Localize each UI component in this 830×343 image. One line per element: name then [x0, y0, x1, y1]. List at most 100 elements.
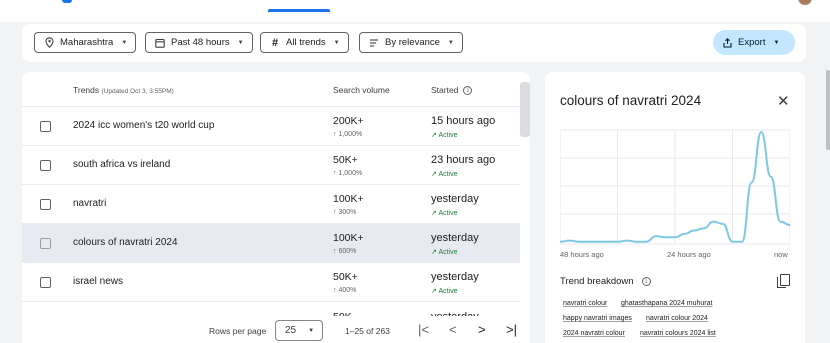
status-badge: ↗ Active — [431, 248, 458, 256]
data-point — [703, 227, 705, 229]
breakdown-keyword[interactable]: ghatasthapana 2024 muhurat — [621, 300, 712, 307]
trends-column-header: Trends (Updated Oct 3, 3:55PM) — [73, 85, 174, 95]
trend-title[interactable]: navratri — [73, 198, 106, 209]
breakdown-keyword[interactable]: navratri colour — [563, 300, 607, 307]
calendar-icon — [154, 37, 166, 49]
data-point — [760, 131, 762, 133]
first-page-icon[interactable]: |< — [418, 322, 429, 337]
started-time: yesterday — [431, 271, 479, 283]
time-filter-label: Past 48 hours — [171, 37, 230, 48]
started-time: 23 hours ago — [431, 154, 496, 166]
chevron-down-icon: ▼ — [447, 39, 454, 46]
data-point — [751, 181, 753, 183]
table-row-selected[interactable]: colours of navratri 2024 100K+ ↑ 600% ye… — [22, 224, 520, 263]
trend-chart — [560, 129, 790, 245]
started-column-header[interactable]: Started i — [431, 85, 473, 95]
info-icon[interactable]: i — [641, 277, 651, 286]
status-label: Active — [438, 249, 458, 256]
sort-filter[interactable]: By relevance ▼ — [359, 32, 463, 53]
updated-timestamp: (Updated Oct 3, 3:55PM) — [101, 88, 174, 95]
volume-column-header[interactable]: Search volume — [333, 85, 390, 95]
data-point — [607, 241, 609, 243]
export-button[interactable]: Export ▼ — [713, 30, 795, 55]
location-filter-label: Maharashtra — [60, 37, 114, 48]
status-label: Active — [438, 210, 458, 217]
row-checkbox[interactable] — [40, 277, 51, 288]
status-label: Active — [438, 171, 458, 178]
row-checkbox[interactable] — [40, 121, 51, 132]
trend-breakdown-heading: Trend breakdown i — [560, 276, 651, 287]
page-range: 1–25 of 263 — [345, 326, 390, 336]
data-point — [645, 241, 647, 243]
table-row[interactable]: south africa vs ireland 50K+ ↑ 1,000% 23… — [22, 146, 520, 185]
data-point — [626, 240, 628, 242]
breakdown-keyword[interactable]: navratri colour 2024 — [646, 315, 708, 322]
export-label: Export — [738, 37, 766, 48]
table-row[interactable]: israel news 50K+ ↑ 400% yesterday ↗ Acti… — [22, 263, 520, 302]
trend-title[interactable]: 2024 icc women's t20 world cup — [73, 120, 214, 131]
table-row[interactable]: navratri 100K+ ↑ 300% yesterday ↗ Active — [22, 185, 520, 224]
next-page-icon[interactable]: > — [478, 322, 486, 337]
status-badge: ↗ Active — [431, 287, 458, 295]
volume-change: ↑ 400% — [333, 287, 357, 294]
chevron-down-icon: ▼ — [773, 39, 780, 46]
breakdown-keyword[interactable]: happy navratri images — [563, 315, 632, 322]
data-point — [588, 241, 590, 243]
avatar[interactable] — [798, 0, 812, 5]
category-filter[interactable]: # All trends ▼ — [260, 32, 349, 53]
last-page-icon[interactable]: >| — [506, 322, 517, 337]
page-scrollbar[interactable] — [826, 70, 830, 150]
started-time: yesterday — [431, 193, 479, 205]
table-header: Trends (Updated Oct 3, 3:55PM) Search vo… — [22, 72, 520, 107]
table-scrollbar[interactable] — [520, 82, 530, 137]
sort-icon — [368, 37, 380, 49]
sort-filter-label: By relevance — [385, 37, 440, 48]
x-label: now — [774, 250, 788, 259]
nav-indicator — [62, 0, 72, 3]
table-row[interactable]: 2024 icc women's t20 world cup 200K+ ↑ 1… — [22, 107, 520, 146]
prev-page-icon[interactable]: < — [449, 322, 457, 337]
data-point — [636, 241, 638, 243]
close-icon[interactable]: ✕ — [777, 92, 790, 110]
data-point — [779, 221, 782, 223]
chevron-down-icon: ▼ — [333, 39, 340, 46]
location-filter[interactable]: Maharashtra ▼ — [34, 32, 137, 53]
search-volume: 200K+ — [333, 115, 364, 127]
category-filter-label: All trends — [286, 37, 326, 48]
data-point — [655, 235, 657, 237]
row-checkbox[interactable] — [40, 199, 51, 210]
row-checkbox[interactable] — [40, 238, 51, 249]
volume-change: ↑ 600% — [333, 248, 357, 255]
panel-title: colours of navratri 2024 — [560, 93, 702, 108]
status-label: Active — [438, 132, 458, 139]
trends-table: Trends (Updated Oct 3, 3:55PM) Search vo… — [22, 72, 530, 343]
time-filter[interactable]: Past 48 hours ▼ — [145, 32, 253, 53]
filter-bar: Maharashtra ▼ Past 48 hours ▼ # All tren… — [22, 24, 806, 62]
pagination: Rows per page 25 ▼ 1–25 of 263 |< < > >| — [22, 316, 530, 343]
hash-icon: # — [271, 36, 279, 49]
info-icon[interactable]: i — [463, 85, 473, 95]
trend-breakdown-label: Trend breakdown — [560, 276, 634, 287]
started-time: yesterday — [431, 232, 479, 244]
location-pin-icon — [43, 37, 55, 49]
search-volume: 50K+ — [333, 271, 358, 283]
chevron-down-icon: ▼ — [121, 39, 128, 46]
search-volume: 100K+ — [333, 232, 364, 244]
breakdown-keyword[interactable]: navratri colours 2024 list — [640, 330, 716, 337]
trend-title[interactable]: south africa vs ireland — [73, 159, 170, 170]
data-point — [741, 241, 743, 243]
copy-icon[interactable] — [777, 274, 790, 288]
rows-per-page-value: 25 — [285, 325, 297, 336]
active-tab-indicator — [268, 9, 330, 12]
search-volume: 50K+ — [333, 154, 358, 166]
data-point — [693, 229, 695, 232]
breakdown-keyword[interactable]: 2024 navratri colour — [563, 330, 625, 337]
row-checkbox[interactable] — [40, 160, 51, 171]
trends-header-label: Trends — [73, 85, 100, 95]
volume-change: ↑ 300% — [333, 209, 357, 216]
trend-title[interactable]: colours of navratri 2024 — [73, 237, 178, 248]
rows-per-page-label: Rows per page — [209, 326, 267, 336]
trend-title[interactable]: israel news — [73, 276, 123, 287]
trend-detail-panel: colours of navratri 2024 ✕ 48 hours ago … — [545, 72, 805, 343]
rows-per-page-select[interactable]: 25 ▼ — [275, 320, 323, 341]
